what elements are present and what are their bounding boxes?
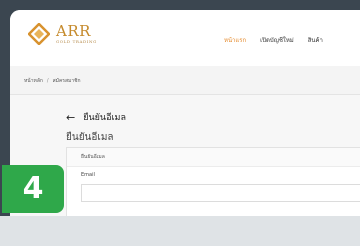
back-label: ยืนยันอีเมล [83, 113, 126, 123]
card-header: ยืนยันอีเมล [67, 148, 360, 167]
step-number-badge: 4 [2, 165, 64, 213]
breadcrumb-separator: / [46, 78, 49, 84]
site-header: ARR GOLD TRADING หน้าแรก เปิดบัญชีใหม่ ส… [10, 10, 360, 67]
nav-item-products[interactable]: สินค้า [308, 35, 323, 45]
site-logo[interactable]: ARR GOLD TRADING [28, 23, 97, 45]
bottom-strip [0, 216, 360, 246]
nav-item-open-account[interactable]: เปิดบัญชีใหม่ [260, 35, 294, 45]
diamond-logo-icon [28, 23, 50, 45]
breadcrumb-current: สมัครสมาชิก [52, 78, 81, 84]
logo-tagline: GOLD TRADING [56, 39, 97, 44]
email-field[interactable] [81, 184, 360, 202]
main-nav: หน้าแรก เปิดบัญชีใหม่ สินค้า [224, 35, 323, 45]
email-label: Email [81, 172, 95, 178]
back-button[interactable]: ← ยืนยันอีเมล [66, 110, 126, 124]
logo-name: ARR [56, 22, 91, 40]
page-title: ยืนยันอีเมล [66, 132, 114, 143]
breadcrumb-bar: หน้าหลัก / สมัครสมาชิก [10, 66, 360, 95]
breadcrumb: หน้าหลัก / สมัครสมาชิก [24, 77, 81, 85]
arrow-left-icon: ← [66, 110, 76, 124]
step-number: 4 [22, 171, 44, 206]
email-verify-card: ยืนยันอีเมล Email [66, 147, 360, 216]
nav-item-home[interactable]: หน้าแรก [224, 35, 246, 45]
logo-text: ARR GOLD TRADING [56, 23, 97, 45]
breadcrumb-home[interactable]: หน้าหลัก [24, 78, 43, 84]
